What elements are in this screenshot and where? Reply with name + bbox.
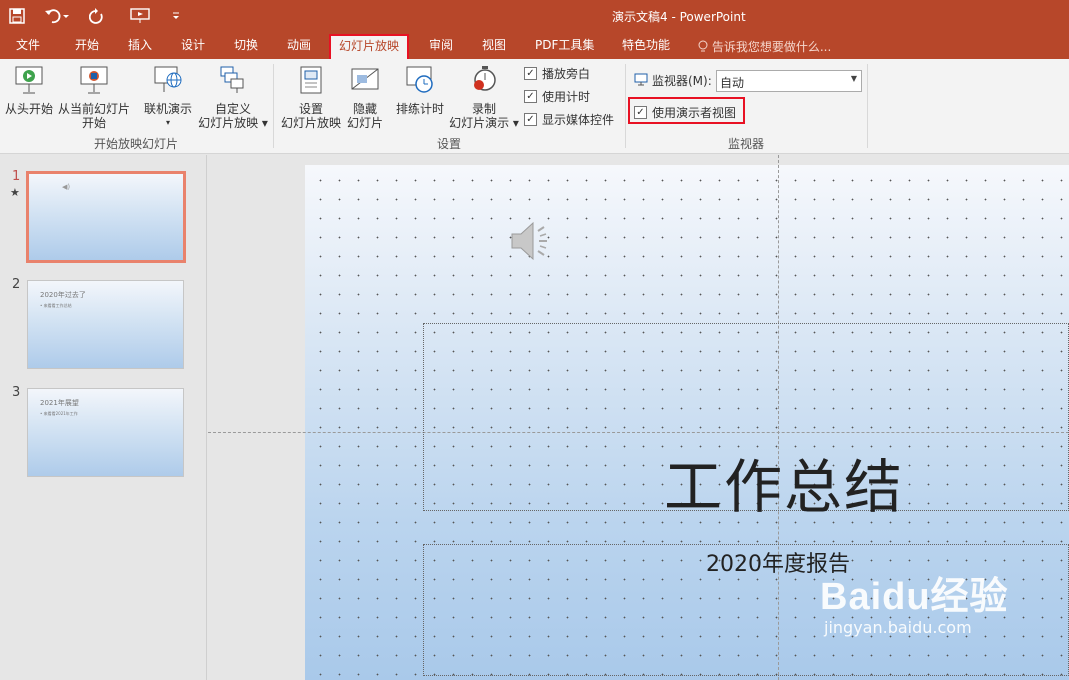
- globe-presentation-icon: [140, 65, 196, 98]
- from-current-label-2: 开始: [81, 116, 106, 130]
- baidu-logo: Baidu经验: [820, 576, 1009, 618]
- audio-speaker-icon[interactable]: [509, 219, 559, 266]
- setup-slideshow-icon: [279, 65, 343, 98]
- slide-thumbnail-3[interactable]: 2021年展望 • 来看看2021年工作: [27, 388, 184, 477]
- slide-thumbnail-1[interactable]: ◀): [26, 171, 186, 263]
- checkmark-icon: ✓: [524, 113, 537, 126]
- slide-title[interactable]: 工作总结: [664, 440, 904, 524]
- thumbnail-body: • 来看看2021年工作: [40, 411, 78, 416]
- hide-slide-icon: [344, 65, 386, 98]
- tab-pdf-tools[interactable]: PDF工具集: [535, 36, 594, 58]
- watermark-url: jingyan.baidu.com: [824, 618, 972, 637]
- hide-slide-label-2: 幻灯片: [346, 116, 383, 130]
- dropdown-arrow-icon: ▾: [165, 118, 170, 127]
- slide-thumbnail-2[interactable]: 2020年过去了 • 来看看工作总结: [27, 280, 184, 369]
- group-separator: [625, 64, 626, 148]
- tab-file[interactable]: 文件: [16, 36, 40, 58]
- tell-me-search[interactable]: 告诉我您想要做什么...: [698, 38, 831, 55]
- tab-special-features[interactable]: 特色功能: [622, 36, 670, 58]
- undo-icon[interactable]: [34, 2, 80, 30]
- group-separator: [273, 64, 274, 148]
- start-slideshow-qat-icon[interactable]: [114, 2, 166, 30]
- rehearse-timings-button[interactable]: 排练计时: [393, 65, 447, 116]
- from-current-button[interactable]: 从当前幻灯片 开始: [57, 65, 131, 130]
- custom-slideshow-icon: [197, 65, 269, 98]
- record-slideshow-button[interactable]: 录制 幻灯片演示 ▾: [447, 65, 521, 130]
- tab-home[interactable]: 开始: [75, 36, 99, 58]
- use-timings-label: 使用计时: [542, 90, 591, 104]
- rehearse-timings-label: 排练计时: [395, 102, 444, 116]
- group-separator: [867, 64, 868, 148]
- monitor-icon: [634, 73, 648, 89]
- lightbulb-icon: [698, 40, 712, 54]
- present-online-label: 联机演示: [143, 102, 192, 116]
- setup-slideshow-label-1: 设置: [298, 102, 323, 116]
- tab-animations[interactable]: 动画: [287, 36, 311, 58]
- show-media-controls-label: 显示媒体控件: [542, 113, 615, 127]
- setup-slideshow-button[interactable]: 设置 幻灯片放映: [279, 65, 343, 130]
- play-narrations-checkbox[interactable]: ✓ 播放旁白: [524, 65, 590, 82]
- show-media-controls-checkbox[interactable]: ✓ 显示媒体控件: [524, 111, 614, 128]
- custom-slideshow-button[interactable]: 自定义 幻灯片放映 ▾: [197, 65, 269, 130]
- from-current-label-1: 从当前幻灯片: [57, 102, 130, 116]
- redo-icon[interactable]: [80, 2, 114, 30]
- save-icon[interactable]: [0, 2, 34, 30]
- tab-review[interactable]: 审阅: [429, 36, 453, 58]
- custom-slideshow-label-2: 幻灯片放映 ▾: [198, 116, 268, 130]
- use-timings-checkbox[interactable]: ✓ 使用计时: [524, 88, 590, 105]
- slide-number: 3: [12, 385, 21, 400]
- record-slideshow-label-1: 录制: [471, 102, 496, 116]
- slide-number: 2: [12, 277, 21, 292]
- window-title: 演示文稿4 - PowerPoint: [612, 10, 746, 24]
- checkmark-icon: ✓: [524, 67, 537, 80]
- presenter-view-highlight: [628, 97, 745, 124]
- monitor-group-label: 监视器: [728, 137, 765, 151]
- tab-insert[interactable]: 插入: [128, 36, 152, 58]
- monitor-select[interactable]: 自动 ▼: [716, 70, 862, 92]
- speaker-icon: ◀): [62, 183, 71, 191]
- setup-group-label: 设置: [437, 137, 462, 151]
- from-beginning-label: 从头开始: [4, 102, 53, 116]
- ribbon-tabs: 文件 开始 插入 设计 切换 动画 幻灯片放映 审阅 视图 PDF工具集 特色功…: [0, 32, 1069, 59]
- hide-slide-label-1: 隐藏: [352, 102, 377, 116]
- checkmark-icon: ✓: [524, 90, 537, 103]
- chevron-down-icon: ▼: [850, 74, 857, 83]
- rehearse-clock-icon: [393, 65, 447, 98]
- start-slideshow-group-label: 开始放映幻灯片: [94, 137, 179, 151]
- play-from-current-icon: [57, 65, 131, 98]
- play-from-start-icon: [4, 65, 54, 98]
- monitor-label: 监视器(M):: [652, 74, 712, 88]
- present-online-button[interactable]: 联机演示 ▾: [140, 65, 196, 130]
- from-beginning-button[interactable]: 从头开始: [4, 65, 54, 116]
- customize-qat-icon[interactable]: [166, 2, 186, 30]
- tab-view[interactable]: 视图: [482, 36, 506, 58]
- monitor-select-value: 自动: [720, 76, 745, 90]
- custom-slideshow-label-1: 自定义: [214, 102, 251, 116]
- tab-design[interactable]: 设计: [181, 36, 205, 58]
- record-stopwatch-icon: [447, 65, 521, 98]
- baidu-watermark: Baidu经验 jingyan.baidu.com: [820, 565, 1009, 637]
- hide-slide-button[interactable]: 隐藏 幻灯片: [344, 65, 386, 130]
- thumbnail-title: 2021年展望: [40, 399, 79, 407]
- thumbnail-title: 2020年过去了: [40, 291, 86, 299]
- record-slideshow-label-2: 幻灯片演示 ▾: [449, 116, 519, 130]
- slide-number: 1: [12, 169, 21, 184]
- thumbnail-body: • 来看看工作总结: [40, 303, 72, 308]
- tab-slideshow[interactable]: 幻灯片放映: [329, 34, 410, 59]
- tell-me-text: 告诉我您想要做什么...: [711, 40, 832, 54]
- animation-star-icon: ★: [10, 186, 20, 199]
- setup-slideshow-label-2: 幻灯片放映: [280, 116, 341, 130]
- ribbon-slideshow: 从头开始 从当前幻灯片 开始 联机演示 ▾ 自定义 幻灯片放映 ▾ 开始放映幻灯…: [0, 59, 1069, 154]
- quick-access-toolbar: [0, 0, 186, 32]
- monitor-label-row: 监视器(M):: [634, 72, 712, 89]
- play-narrations-label: 播放旁白: [542, 67, 591, 81]
- tab-transitions[interactable]: 切换: [234, 36, 258, 58]
- title-bar: 演示文稿4 - PowerPoint: [0, 0, 1069, 32]
